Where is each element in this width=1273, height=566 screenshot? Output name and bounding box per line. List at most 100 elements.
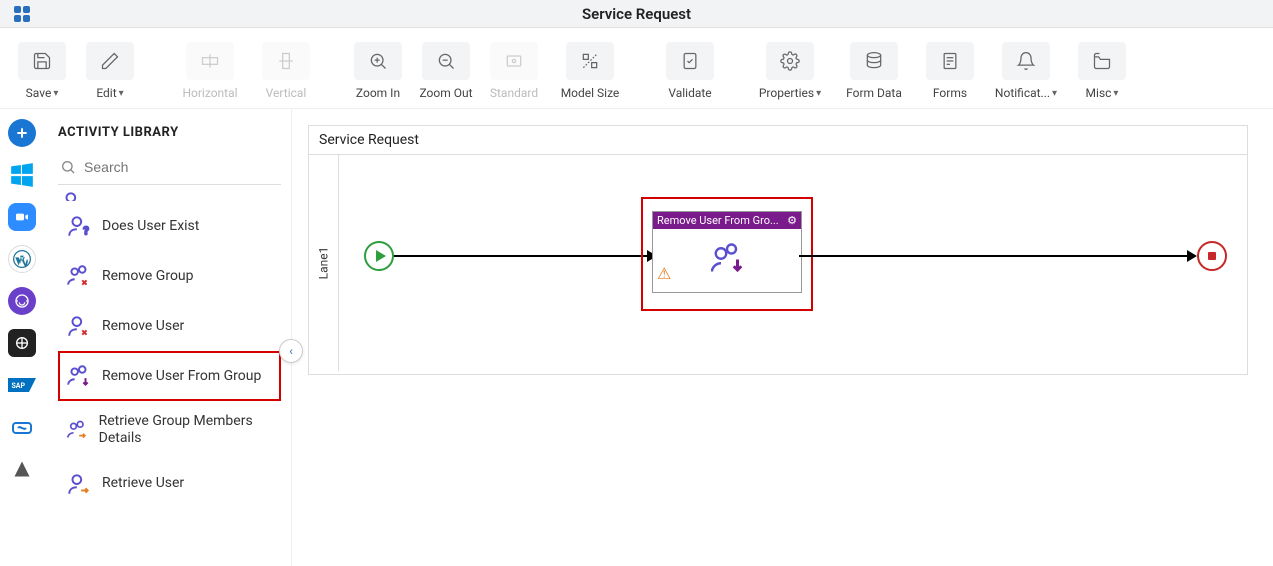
panel-title: ACTIVITY LIBRARY [58, 125, 281, 140]
start-node[interactable] [364, 241, 394, 271]
activity-label: Remove User [102, 318, 184, 335]
activity-item-retrieve-group-members[interactable]: Retrieve Group Members Details [58, 401, 281, 459]
notifications-button[interactable]: Notificat...▾ [986, 36, 1066, 100]
search-box[interactable] [58, 154, 281, 185]
add-button[interactable] [8, 119, 36, 147]
zoom-out-button[interactable]: Zoom Out [414, 36, 478, 100]
warning-icon: ⚠ [657, 264, 671, 283]
user-question-icon: ? [66, 213, 92, 239]
group-down-icon [66, 363, 92, 389]
toolbar: Save▾ Edit▾ Horizontal Vertical Zoom In … [0, 28, 1273, 109]
model-size-button[interactable]: Model Size [550, 36, 630, 100]
chevron-left-icon: ‹ [289, 344, 293, 358]
flow-connector [799, 255, 1194, 257]
support-icon[interactable] [8, 287, 36, 315]
activity-node[interactable]: Remove User From Gro... ⚙ ⚠ [652, 211, 802, 293]
forms-button[interactable]: Forms [918, 36, 982, 100]
lane-area: Lane1 Remove User From Gro... ⚙ ⚠ [309, 155, 1247, 371]
app-header: Service Request [0, 0, 1273, 28]
edit-icon [86, 42, 134, 80]
app-logo-icon[interactable] [0, 6, 44, 22]
collapse-panel-button[interactable]: ‹ [279, 339, 303, 363]
horizontal-button: Horizontal [170, 36, 250, 100]
activity-item-retrieve-user[interactable]: Retrieve User [58, 459, 281, 509]
forms-label: Forms [933, 86, 967, 100]
activity-label: Remove Group [102, 268, 194, 285]
activity-item-remove-group[interactable]: Remove Group [58, 251, 281, 301]
canvas-area: Service Request Lane1 Remove User From G… [292, 109, 1273, 566]
end-node[interactable] [1197, 241, 1227, 271]
svg-text:SAP: SAP [12, 382, 26, 390]
user-x-icon [66, 313, 92, 339]
properties-label: Properties [759, 86, 814, 100]
properties-button[interactable]: Properties▾ [750, 36, 830, 100]
group-x-icon [66, 263, 92, 289]
svg-text:?: ? [83, 225, 88, 238]
windows-icon[interactable] [8, 161, 36, 189]
zoom-out-icon [422, 42, 470, 80]
partial-item-above [58, 191, 281, 201]
activity-label: Retrieve User [102, 475, 184, 492]
model-size-icon [566, 42, 614, 80]
process-canvas[interactable]: Service Request Lane1 Remove User From G… [308, 125, 1248, 375]
activity-label: Does User Exist [102, 218, 199, 235]
search-icon [60, 158, 76, 176]
standard-button: Standard [482, 36, 546, 100]
page-title: Service Request [44, 5, 1229, 23]
validate-icon [666, 42, 714, 80]
validate-button[interactable]: Validate [658, 36, 722, 100]
gear-icon [766, 42, 814, 80]
activity-item-remove-user[interactable]: Remove User [58, 301, 281, 351]
form-data-label: Form Data [846, 86, 902, 100]
zoom-in-button[interactable]: Zoom In [346, 36, 410, 100]
horizontal-icon [186, 42, 234, 80]
activity-node-selection: Remove User From Gro... ⚙ ⚠ [641, 197, 813, 311]
validate-label: Validate [668, 86, 711, 100]
flow-connector [394, 255, 649, 257]
edit-label: Edit [96, 86, 116, 100]
zoom-in-label: Zoom In [356, 86, 400, 100]
activity-item-does-user-exist[interactable]: ? Does User Exist [58, 201, 281, 251]
activity-item-remove-user-from-group[interactable]: Remove User From Group [58, 351, 281, 401]
form-data-button[interactable]: Form Data [834, 36, 914, 100]
group-arrow-icon [66, 417, 89, 443]
save-icon [18, 42, 66, 80]
arrow-icon [1187, 250, 1197, 262]
chevron-down-icon: ▾ [119, 88, 124, 99]
chevron-down-icon: ▾ [53, 88, 58, 99]
folder-icon [1078, 42, 1126, 80]
notifications-label: Notificat... [995, 86, 1050, 100]
user-arrow-icon [66, 471, 92, 497]
vertical-button: Vertical [254, 36, 318, 100]
form-icon [926, 42, 974, 80]
gear-icon[interactable]: ⚙ [787, 214, 797, 227]
misc-button[interactable]: Misc▾ [1070, 36, 1134, 100]
save-label: Save [26, 86, 52, 100]
horizontal-label: Horizontal [182, 86, 237, 100]
activity-label: Remove User From Group [102, 368, 261, 385]
flow-icon[interactable] [8, 413, 36, 441]
main-area: SAP ACTIVITY LIBRARY ? Does User Exist R… [0, 109, 1273, 566]
zoom-app-icon[interactable] [8, 203, 36, 231]
lane-label[interactable]: Lane1 [309, 155, 339, 371]
sap-icon[interactable]: SAP [8, 371, 36, 399]
vertical-label: Vertical [266, 86, 307, 100]
zoom-out-label: Zoom Out [419, 86, 472, 100]
wordpress-icon[interactable] [8, 245, 36, 273]
save-button[interactable]: Save▾ [10, 36, 74, 100]
vertical-icon [262, 42, 310, 80]
activity-node-title: Remove User From Gro... [657, 214, 779, 227]
activity-label: Retrieve Group Members Details [99, 413, 273, 447]
group-down-icon [707, 240, 747, 276]
chevron-down-icon: ▾ [1052, 88, 1057, 99]
search-input[interactable] [84, 159, 279, 175]
zoom-in-icon [354, 42, 402, 80]
misc-label: Misc [1086, 86, 1112, 100]
edit-button[interactable]: Edit▾ [78, 36, 142, 100]
activity-library-panel: ACTIVITY LIBRARY ? Does User Exist Remov… [44, 109, 292, 566]
database-icon [850, 42, 898, 80]
grid-icon[interactable] [8, 329, 36, 357]
activity-node-body: ⚠ [653, 229, 801, 287]
pyramid-icon[interactable] [8, 455, 36, 483]
standard-label: Standard [490, 86, 538, 100]
